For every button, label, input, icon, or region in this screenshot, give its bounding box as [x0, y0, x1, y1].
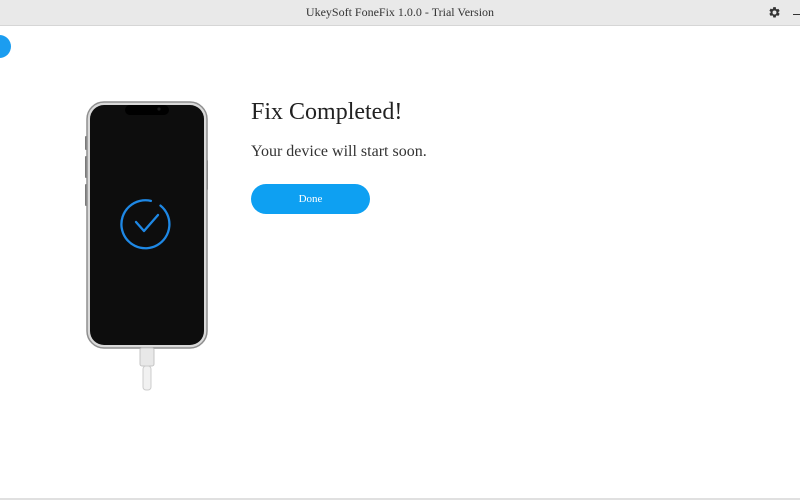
gear-icon[interactable] [768, 6, 781, 19]
done-button[interactable]: Done [251, 184, 370, 214]
fix-completed-subtitle: Your device will start soon. [251, 143, 427, 160]
title-bar: UkeySoft FoneFix 1.0.0 - Trial Version [0, 0, 800, 26]
fix-completed-title: Fix Completed! [251, 99, 403, 125]
back-button[interactable] [0, 35, 11, 58]
phone-illustration [85, 101, 208, 391]
window-title: UkeySoft FoneFix 1.0.0 - Trial Version [305, 5, 495, 19]
app-window: UkeySoft FoneFix 1.0.0 - Trial Version F… [0, 0, 800, 500]
minimize-icon[interactable] [793, 14, 800, 15]
